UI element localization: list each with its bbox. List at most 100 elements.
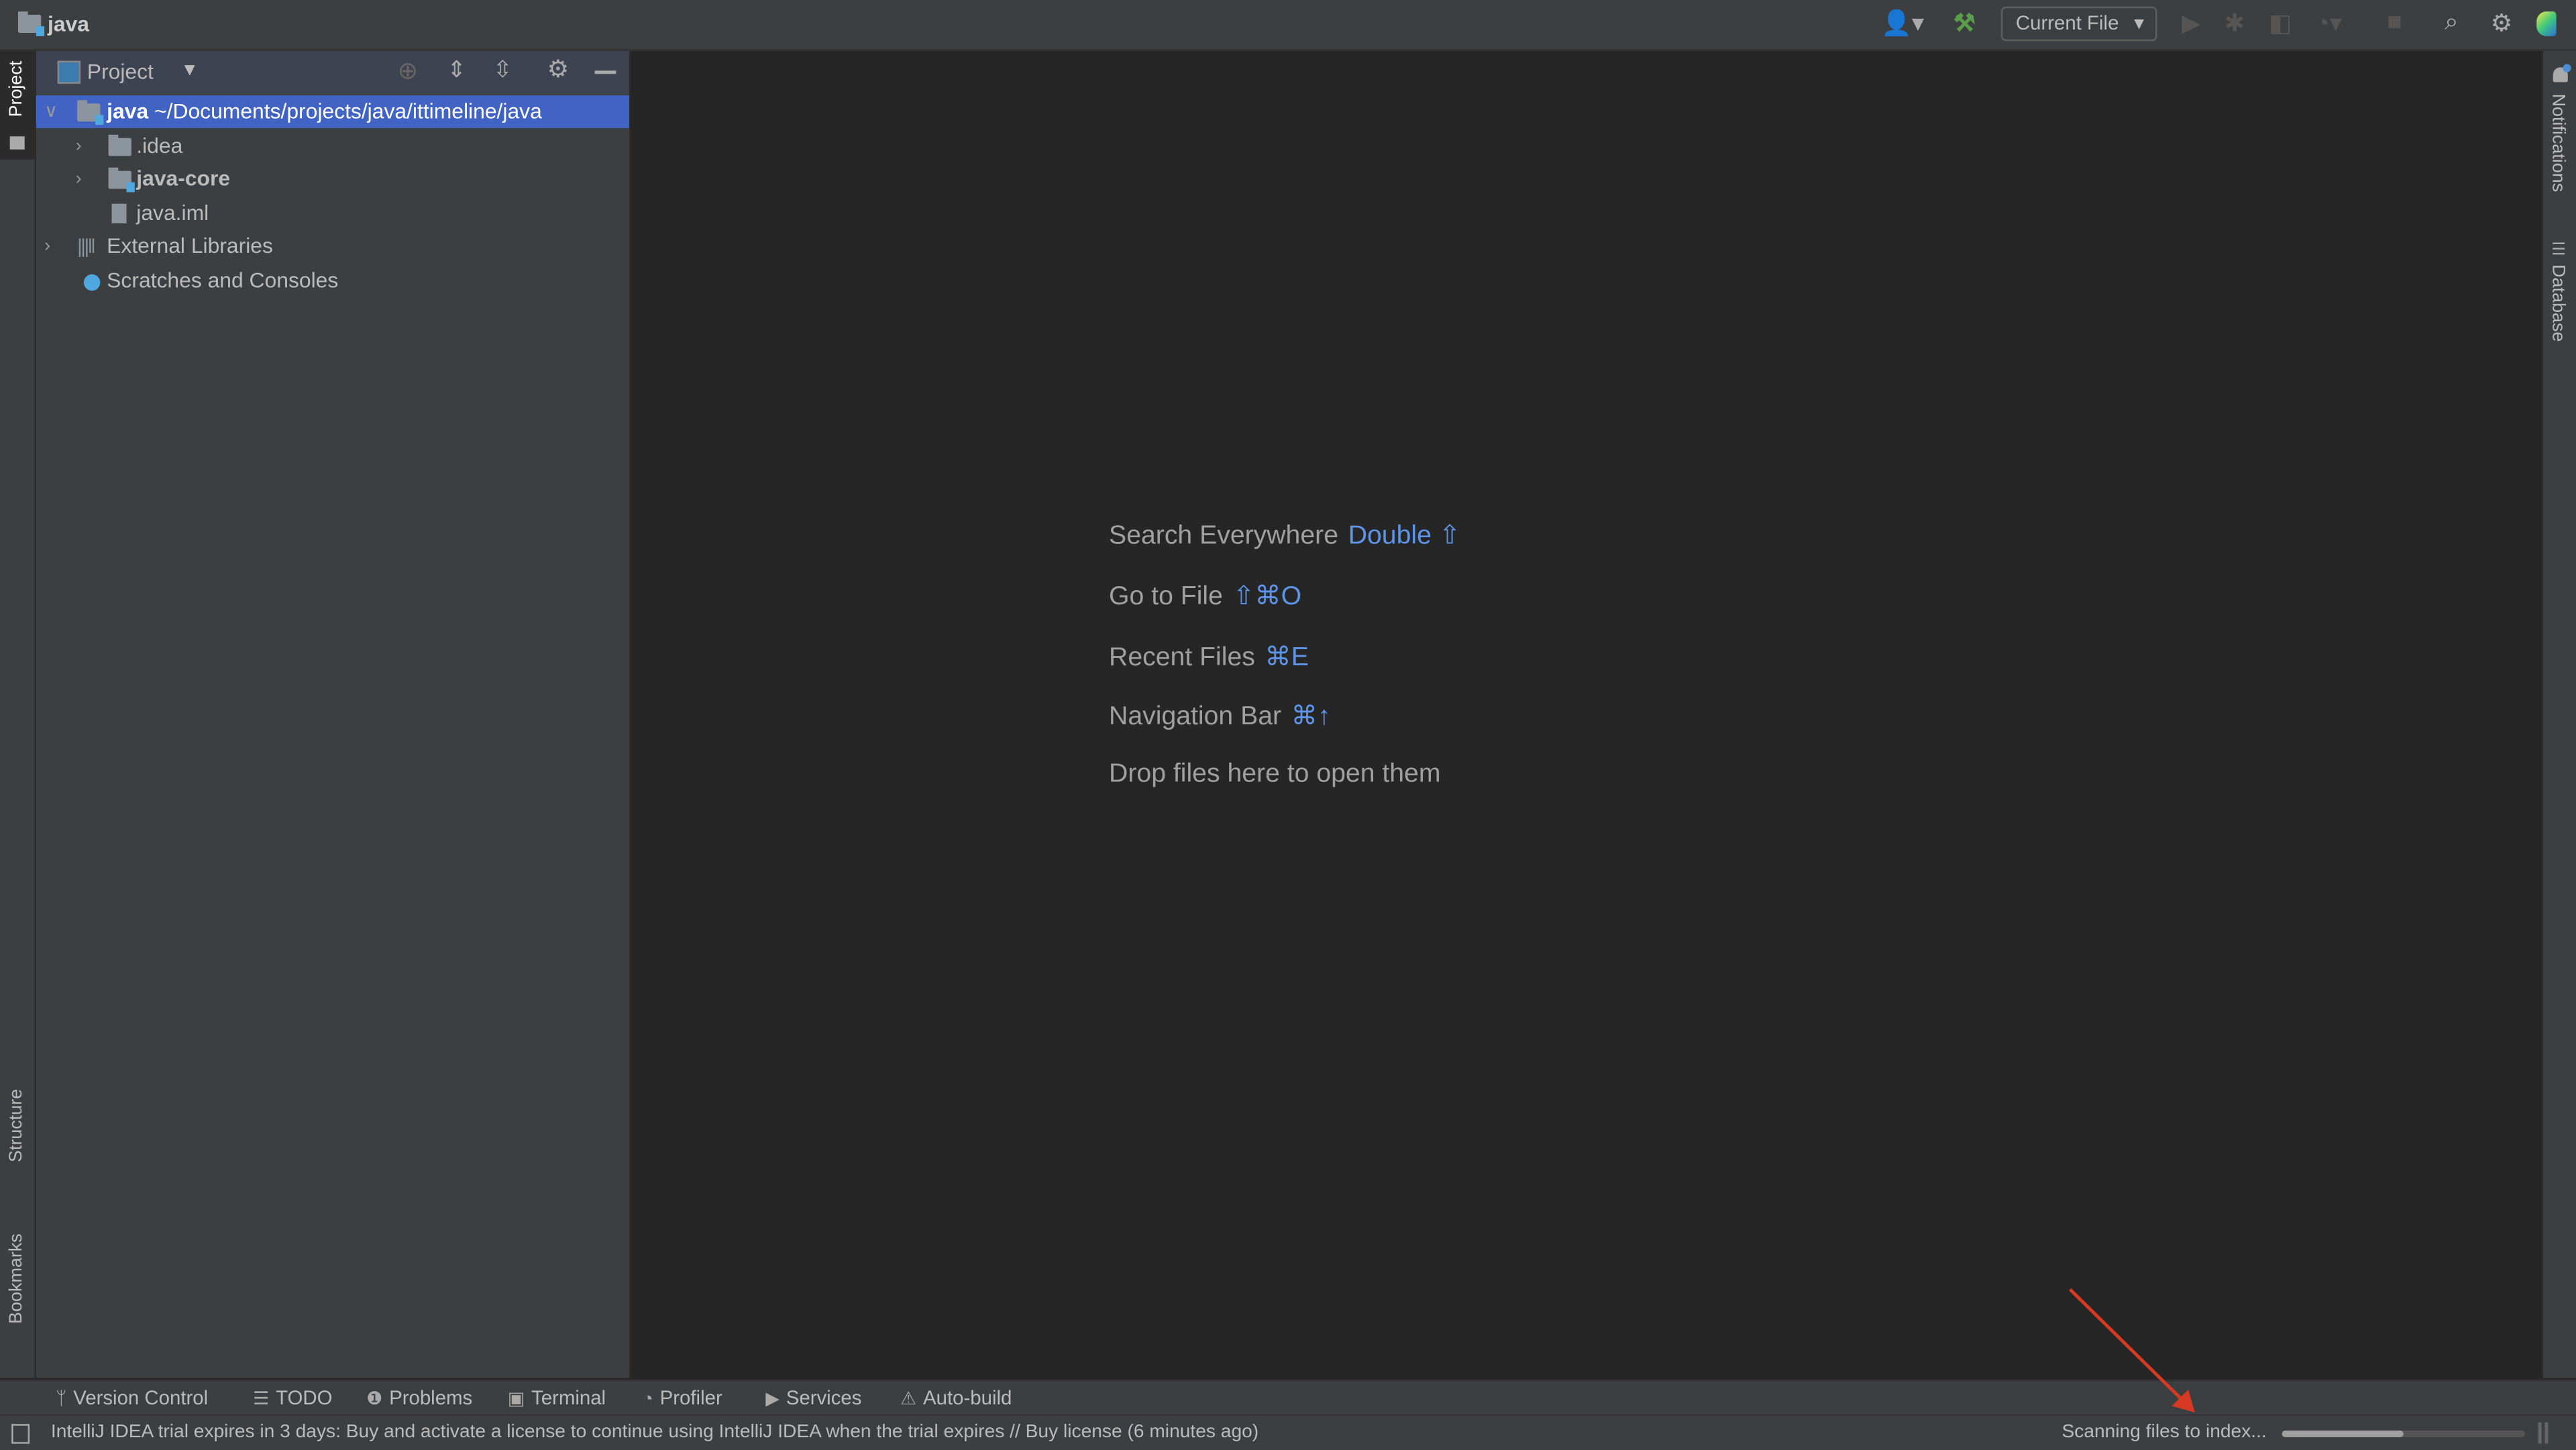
editor-empty-area[interactable]: Search Everywhere Double ⇧ Go to File ⇧⌘O … <box>631 51 2540 1378</box>
jetbrains-logo-icon[interactable] <box>2536 11 2557 36</box>
tree-item-name: java-core <box>136 166 231 191</box>
hint-label: Navigation Bar <box>1109 703 1282 731</box>
bookmarks-tab[interactable]: Bookmarks <box>0 1230 34 1361</box>
tree-item-java-root[interactable]: ∨ java ~/Documents/projects/java/ittimel… <box>36 95 629 129</box>
tool-label: Services <box>786 1386 862 1410</box>
module-folder-icon <box>108 167 135 192</box>
hint-navigation-bar: Navigation Bar ⌘↑ <box>1109 700 1330 732</box>
notifications-tab-label: Notifications <box>2548 93 2568 192</box>
structure-tab[interactable]: Structure <box>0 1086 34 1201</box>
warning-icon: ⚠ <box>900 1389 917 1410</box>
hint-label: Go to File <box>1109 583 1223 612</box>
tool-label: Terminal <box>531 1386 606 1410</box>
database-tab-label: Database <box>2548 264 2568 342</box>
tool-window-bar: ᛘ Version Control ☰ TODO ❶ Problems ▣ Termin… <box>0 1380 2576 1416</box>
left-tool-strip: Project Structure Bookmarks <box>0 50 36 1378</box>
hint-shortcut: ⌘E <box>1265 644 1309 672</box>
minimize-icon[interactable] <box>594 70 616 74</box>
chevron-right-icon[interactable]: › <box>76 129 82 162</box>
coverage-icon[interactable]: ◧ <box>2269 8 2292 38</box>
chevron-right-icon[interactable]: › <box>44 230 50 263</box>
collapse-all-icon[interactable]: ⇳ <box>493 56 513 84</box>
stop-icon[interactable]: ■ <box>2387 8 2402 36</box>
libraries-icon: |||‖ <box>77 235 96 258</box>
status-message[interactable]: IntelliJ IDEA trial expires in 3 days: B… <box>51 1423 1258 1442</box>
hint-label: Recent Files <box>1109 644 1255 672</box>
chevron-right-icon[interactable]: › <box>76 162 82 195</box>
locate-icon[interactable]: ⊕ <box>398 56 419 86</box>
tool-label: TODO <box>276 1386 333 1410</box>
structure-tab-label: Structure <box>6 1089 27 1162</box>
tree-item-java-iml[interactable]: java.iml <box>36 197 629 230</box>
hint-search-everywhere: Search Everywhere Double ⇧ <box>1109 519 1461 552</box>
tree-item-name: External Libraries <box>107 233 273 258</box>
terminal-icon: ▣ <box>507 1389 525 1410</box>
expand-all-icon[interactable]: ⇕ <box>447 56 466 84</box>
tool-version-control[interactable]: ᛘ Version Control <box>56 1386 208 1409</box>
hint-shortcut: ⇧⌘O <box>1232 583 1302 612</box>
bookmarks-tab-label: Bookmarks <box>6 1233 27 1324</box>
profiler-icon: ◔ <box>642 1389 653 1410</box>
project-folder-icon <box>17 11 45 36</box>
account-icon[interactable]: 👤▾ <box>1881 8 1924 38</box>
tool-auto-build[interactable]: ⚠ Auto-build <box>900 1386 1012 1409</box>
hint-shortcut: Double ⇧ <box>1348 522 1461 551</box>
chevron-down-icon[interactable]: ∨ <box>44 95 58 128</box>
tree-item-java-core[interactable]: › java-core <box>36 162 629 195</box>
services-icon: ▶ <box>765 1389 780 1410</box>
progress-fill <box>2282 1431 2404 1437</box>
list-icon: ☰ <box>253 1389 270 1410</box>
iml-file-icon <box>111 203 127 224</box>
tree-item-scratches[interactable]: Scratches and Consoles <box>36 264 629 297</box>
branch-icon: ᛘ <box>56 1389 67 1410</box>
ide-window: java 👤▾ ⚒ Current File ▾ ▶ ✱ ◧ ◔▾ ■ ⌕ ⚙ … <box>0 0 2576 1450</box>
tree-item-idea[interactable]: › .idea <box>36 129 629 162</box>
profile-icon[interactable]: ◔▾ <box>2315 8 2343 38</box>
tool-label: Auto-build <box>923 1386 1012 1410</box>
debug-icon[interactable]: ✱ <box>2224 8 2245 38</box>
tree-item-name: Scratches and Consoles <box>107 268 339 292</box>
progress-label[interactable]: Scanning files to index... <box>2061 1423 2266 1442</box>
hint-drop-files: Drop files here to open them <box>1109 761 1440 790</box>
project-view-selector[interactable]: Project <box>87 59 154 84</box>
gear-icon[interactable]: ⚙ <box>2491 8 2513 38</box>
database-icon: ☰ <box>2551 241 2567 260</box>
run-configuration-dropdown[interactable]: Current File ▾ <box>2000 6 2157 42</box>
toggle-tool-windows-icon[interactable] <box>11 1424 30 1444</box>
chevron-down-icon: ▾ <box>2134 11 2145 35</box>
hint-recent-files: Recent Files ⌘E <box>1109 640 1309 673</box>
folder-icon <box>9 136 25 150</box>
notifications-tab[interactable]: Notifications <box>2543 64 2576 212</box>
title-bar: java 👤▾ ⚒ Current File ▾ ▶ ✱ ◧ ◔▾ ■ ⌕ ⚙ <box>0 0 2576 51</box>
tool-profiler[interactable]: ◔ Profiler <box>643 1386 722 1409</box>
tool-label: Problems <box>389 1386 473 1410</box>
gear-icon[interactable]: ⚙ <box>547 54 570 84</box>
tool-problems[interactable]: ❶ Problems <box>366 1386 472 1409</box>
project-view-icon <box>57 60 81 84</box>
tree-item-name: .idea <box>136 133 183 158</box>
project-tab-label: Project <box>6 60 27 117</box>
tool-todo[interactable]: ☰ TODO <box>253 1386 332 1409</box>
hint-label: Drop files here to open them <box>1109 760 1441 789</box>
tool-terminal[interactable]: ▣ Terminal <box>508 1386 606 1409</box>
database-tab[interactable]: ☰ Database <box>2543 238 2576 353</box>
hint-shortcut: ⌘↑ <box>1291 703 1331 731</box>
hint-go-to-file: Go to File ⇧⌘O <box>1109 579 1301 612</box>
tree-item-external-libraries[interactable]: › |||‖ External Libraries <box>36 230 629 263</box>
right-tool-strip: Notifications ☰ Database <box>2541 50 2576 1378</box>
tool-services[interactable]: ▶ Services <box>765 1386 861 1409</box>
search-icon[interactable]: ⌕ <box>2445 8 2459 36</box>
scratches-icon <box>83 274 101 291</box>
build-hammer-icon[interactable]: ⚒ <box>1953 8 1976 38</box>
status-bar: IntelliJ IDEA trial expires in 3 days: B… <box>0 1414 2576 1450</box>
tool-label: Profiler <box>659 1386 722 1410</box>
run-icon[interactable]: ▶ <box>2182 8 2200 38</box>
indexing-progress-bar[interactable] <box>2282 1431 2526 1437</box>
project-name[interactable]: java <box>48 11 89 36</box>
pause-icon[interactable] <box>2538 1422 2542 1444</box>
project-panel: Project ▼ ⊕ ⇕ ⇳ ⚙ ∨ java ~/Documents/pro… <box>36 50 631 1378</box>
project-tab[interactable]: Project <box>0 50 35 160</box>
chevron-down-icon[interactable]: ▼ <box>180 61 199 80</box>
folder-icon <box>108 134 131 156</box>
tree-item-path: ~/Documents/projects/java/ittimeline/jav… <box>154 98 542 123</box>
